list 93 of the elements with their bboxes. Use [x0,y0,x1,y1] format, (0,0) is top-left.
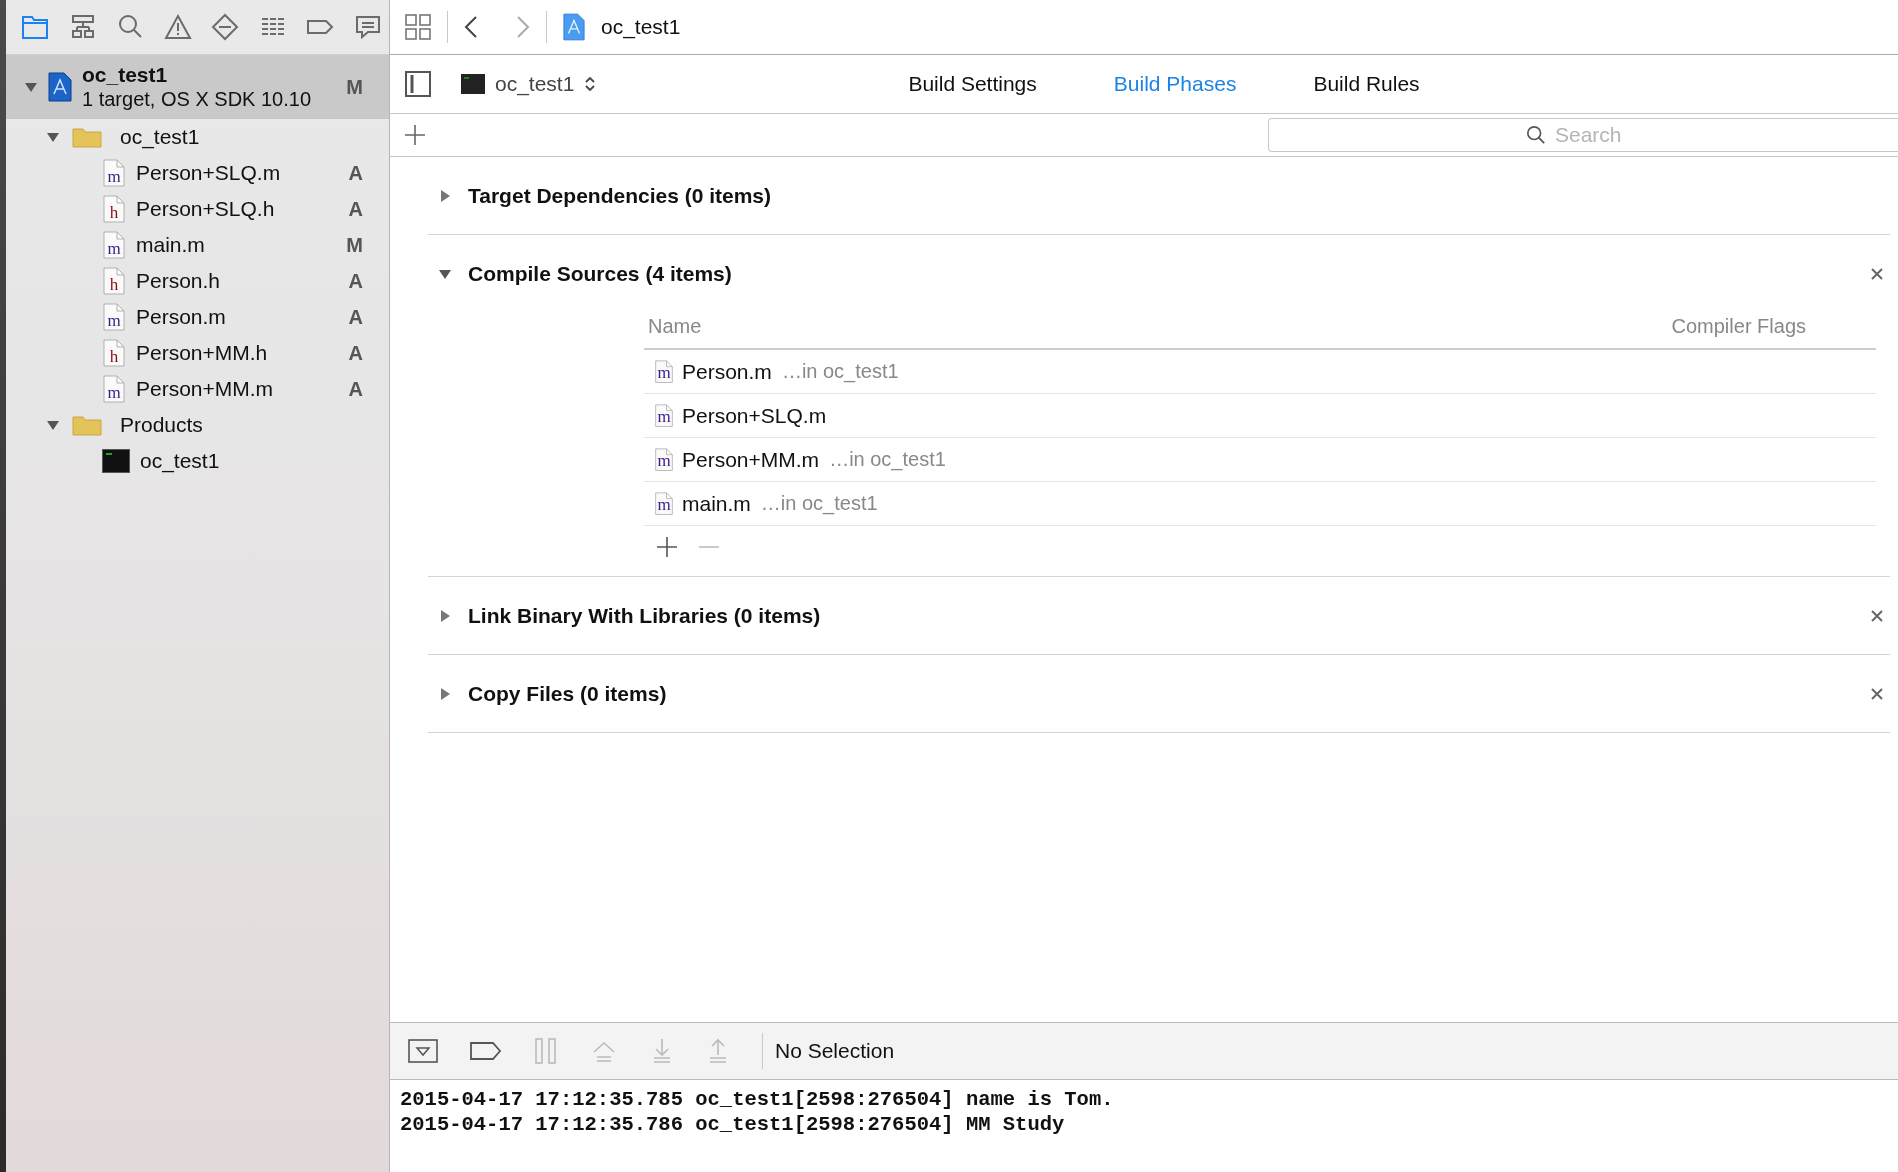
disclosure-triangle-icon[interactable] [24,80,38,94]
file-name: Person+SLQ.m [682,403,827,428]
source-file-icon: m [102,159,126,187]
column-header[interactable]: Name [648,314,702,338]
source-control-status: A [348,161,363,185]
sidebar-toggle-icon[interactable] [405,71,431,97]
folder-icon [72,414,102,436]
column-header[interactable]: Compiler Flags [1671,314,1806,338]
file-name: Person.m [136,305,227,329]
file-name: Person.h [136,269,222,293]
source-file-icon: m [654,447,674,472]
group-name: oc_test1 [120,125,201,149]
source-control-status: M [346,233,363,257]
file-location: …in oc_test1 [829,448,946,471]
group-row[interactable]: oc_test1 [6,119,389,155]
disclosure-triangle-icon[interactable] [438,608,452,623]
source-file-icon: m [102,303,126,331]
jump-bar-path[interactable]: oc_test1 [601,15,681,39]
disclosure-triangle-icon[interactable] [438,686,452,701]
source-control-status: M [346,75,363,99]
file-row[interactable]: h Person+SLQ.h A [6,191,389,227]
file-name: main.m [682,491,751,516]
source-control-status: A [348,341,363,365]
project-icon [563,13,585,41]
disclosure-triangle-icon[interactable] [438,188,452,203]
folder-icon[interactable] [21,13,49,41]
tab[interactable]: Build Settings [908,72,1037,96]
group-row[interactable]: Products [6,407,389,443]
file-row[interactable]: h Person.h A [6,263,389,299]
console-line: 2015-04-17 17:12:35.786 oc_test1[2598:276504] MM Study [400,1112,1066,1138]
file-row[interactable]: m main.m M [6,227,389,263]
hide-console-icon[interactable] [408,1039,438,1063]
search-icon [1526,125,1546,145]
file-row[interactable]: m Person+MM.m A [6,371,389,407]
file-row[interactable]: m Person+SLQ.m A [6,155,389,191]
file-name: main.m [136,233,206,257]
source-file-icon: h [102,267,126,295]
phase-title[interactable]: Copy Files (0 items) [468,681,1870,706]
file-name: oc_test1 [140,449,221,473]
file-name: Person.m [682,359,772,384]
source-file-icon: h [102,195,126,223]
file-row[interactable]: m Person.m A [6,299,389,335]
speech-bubble-icon[interactable] [353,13,382,41]
disclosure-triangle-icon[interactable] [46,130,60,144]
terminal-icon [102,449,130,473]
project-icon [48,72,72,102]
tag-icon[interactable] [470,1041,502,1061]
project-name: oc_test1 [82,63,169,88]
source-file-icon: h [102,339,126,367]
phase-title[interactable]: Target Dependencies (0 items) [468,183,1884,208]
file-name: Person+MM.m [682,447,820,472]
group-name: Products [120,413,204,437]
file-row[interactable]: oc_test1 [6,443,389,479]
file-name: Person+SLQ.m [136,161,282,185]
file-name: Person+MM.h [136,341,269,365]
add-icon[interactable] [404,124,426,146]
file-row[interactable]: h Person+MM.h A [6,335,389,371]
file-name: Person+SLQ.h [136,197,276,221]
stepper-icon [584,74,597,94]
close-icon[interactable] [1870,686,1884,701]
source-file-icon: m [654,403,674,428]
tab[interactable]: Build Rules [1313,72,1420,96]
source-file-icon: m [654,359,674,384]
grid-icon[interactable] [405,14,431,40]
file-location: …in oc_test1 [781,360,899,383]
source-file-icon: m [102,231,126,259]
folder-icon [72,126,102,148]
disclosure-triangle-icon[interactable] [46,418,60,432]
terminal-icon [461,74,485,94]
source-control-status: A [348,197,363,221]
console-line: 2015-04-17 17:12:35.785 oc_test1[2598:276504] name is Tom. [400,1088,1115,1113]
project-row[interactable]: oc_test1 1 target, OS X SDK 10.10 M [6,55,389,119]
tab[interactable]: Build Phases [1113,72,1237,96]
add-icon[interactable] [656,536,678,558]
source-control-status: A [348,305,363,329]
forward-icon[interactable] [516,15,530,39]
source-control-status: A [348,377,363,401]
diamond-icon[interactable] [211,13,239,41]
warning-icon[interactable] [163,13,192,41]
project-subtitle: 1 target, OS X SDK 10.10 [82,87,312,111]
search-field[interactable]: Search [1268,118,1898,152]
source-file-icon: m [102,375,126,403]
close-icon[interactable] [1870,266,1884,281]
close-icon[interactable] [1870,608,1884,623]
source-file-icon: m [654,491,674,516]
debug-status: No Selection [775,1039,895,1063]
target-popup[interactable]: oc_test1 [461,72,597,96]
back-icon[interactable] [464,15,478,39]
file-name: Person+MM.m [136,377,275,401]
file-location: …in oc_test1 [760,492,878,515]
phase-title[interactable]: Link Binary With Libraries (0 items) [468,603,1870,628]
phase-title[interactable]: Compile Sources (4 items) [468,261,1870,286]
source-control-status: A [348,269,363,293]
